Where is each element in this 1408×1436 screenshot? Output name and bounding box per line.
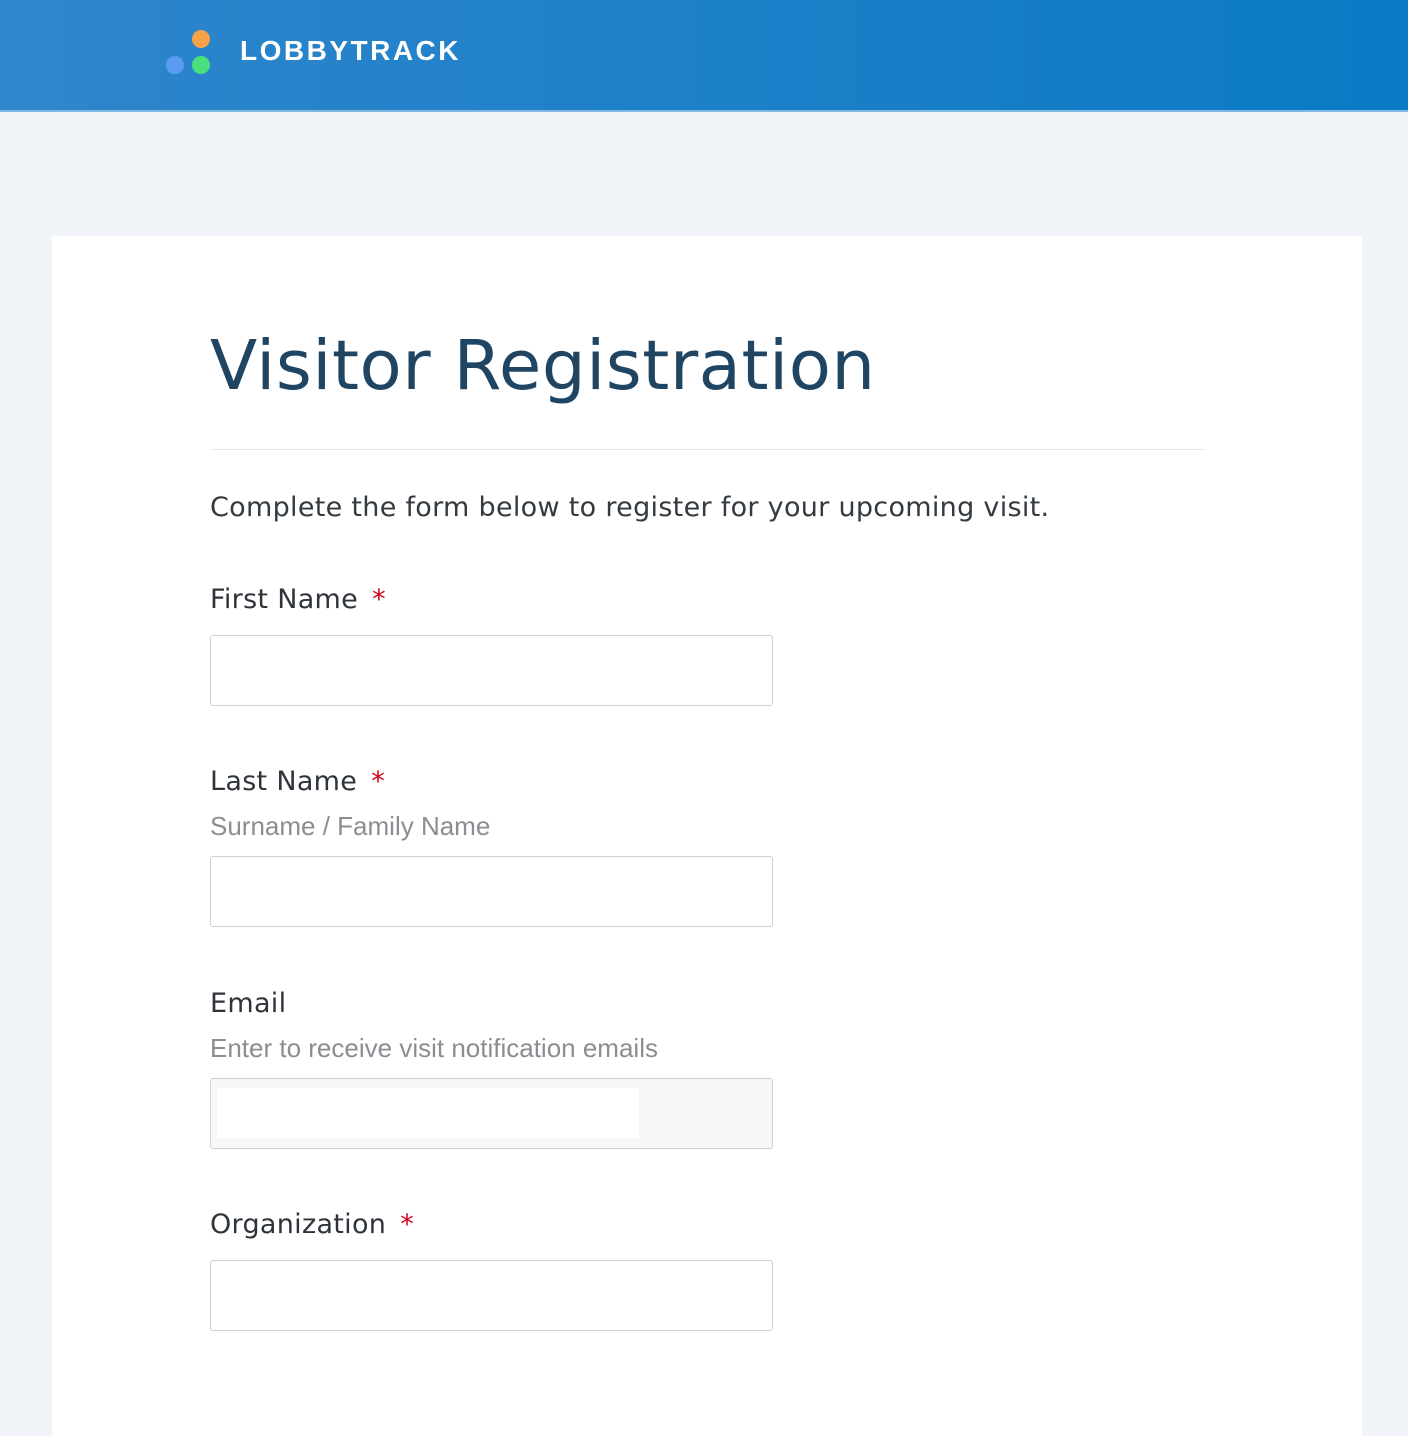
required-asterisk: * [372, 584, 386, 615]
logo-dot-blue [166, 56, 184, 74]
last-name-label: Last Name * [210, 765, 385, 799]
first-name-input[interactable] [210, 635, 773, 706]
form-intro-text: Complete the form below to register for … [210, 492, 1050, 523]
required-asterisk: * [371, 766, 385, 797]
logo-dot-green [192, 56, 210, 74]
brand-name[interactable]: LOBBYTRACK [240, 33, 461, 69]
lobbytrack-logo-icon[interactable] [166, 30, 212, 76]
page-title: Visitor Registration [210, 326, 876, 406]
logo-dot-orange [192, 30, 210, 48]
title-divider [210, 449, 1206, 450]
email-label-text: Email [210, 988, 287, 1019]
registration-form-card: Visitor Registration Complete the form b… [52, 236, 1362, 1436]
organization-label-text: Organization [210, 1209, 387, 1240]
first-name-label-text: First Name [210, 584, 359, 615]
first-name-label: First Name * [210, 583, 386, 617]
last-name-label-text: Last Name [210, 766, 358, 797]
organization-input[interactable] [210, 1260, 773, 1331]
top-header-bar: LOBBYTRACK [0, 0, 1408, 112]
email-label: Email [210, 987, 286, 1021]
email-input[interactable] [210, 1078, 773, 1149]
email-hint: Enter to receive visit notification emai… [210, 1033, 658, 1063]
last-name-input[interactable] [210, 856, 773, 927]
last-name-hint: Surname / Family Name [210, 811, 491, 841]
required-asterisk: * [400, 1209, 415, 1240]
organization-label: Organization * [210, 1208, 414, 1242]
